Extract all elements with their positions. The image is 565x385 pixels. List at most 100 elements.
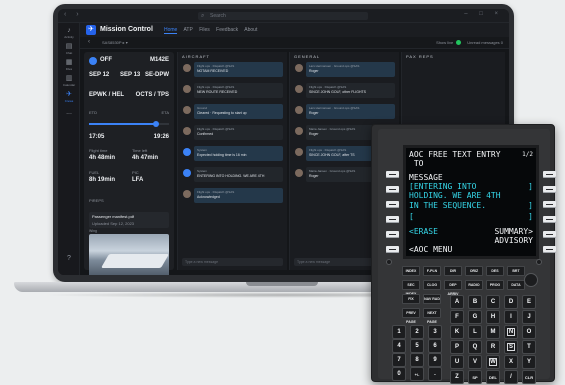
key-a[interactable]: A	[450, 295, 464, 309]
key-r[interactable]: R	[486, 340, 500, 354]
line-select-key-right-1[interactable]	[543, 171, 556, 178]
key-t[interactable]: T	[522, 340, 536, 354]
num-key-8[interactable]: 9	[428, 353, 442, 367]
function-key[interactable]: FIX	[402, 294, 420, 304]
message-bubble[interactable]: Flight ops · Dispatch @SAS Acknowledged	[194, 188, 283, 203]
function-key[interactable]: DES	[486, 266, 504, 276]
pireps-header[interactable]: PIREPS	[89, 198, 169, 203]
line-select-key-right-3[interactable]	[543, 201, 556, 208]
key-g[interactable]: G	[468, 310, 482, 324]
line-select-key-left-1[interactable]	[386, 171, 399, 178]
key-f[interactable]: F	[450, 310, 464, 324]
key-del[interactable]: DEL	[486, 370, 500, 384]
rail-item-help[interactable]: ?	[61, 255, 77, 270]
history-nav-arrows[interactable]: ‹ ›	[64, 11, 83, 18]
message-bubble[interactable]: Flight ops · Dispatch @SAS SINCE JOHN GOL…	[306, 83, 395, 98]
num-key-5[interactable]: 6	[428, 339, 442, 353]
key-i[interactable]: I	[504, 310, 518, 324]
aircraft-compose-input[interactable]: Type a new message	[182, 258, 283, 266]
key-k[interactable]: K	[450, 325, 464, 339]
tab-about[interactable]: About	[244, 27, 257, 33]
num-key-10[interactable]: +/-	[410, 367, 424, 381]
function-key[interactable]: PREV PAGE	[402, 308, 420, 324]
tab-home[interactable]: Home	[164, 27, 178, 34]
key-n[interactable]: N	[504, 325, 518, 339]
rail-item-activity[interactable]: ♪ Activity	[61, 27, 77, 42]
key-w[interactable]: W	[486, 355, 500, 369]
key-clr[interactable]: CLR	[522, 370, 536, 384]
key-z[interactable]: Z	[450, 370, 464, 384]
message-bubble[interactable]: Flight ops · Dispatch @SAS NOTAM RECEIVED	[194, 62, 283, 77]
rail-item-crews[interactable]: ✈ Crews	[61, 91, 77, 106]
key-x[interactable]: X	[504, 355, 518, 369]
attachment-card[interactable]: Passenger manifest.pdf Uploaded Sep 12, …	[89, 212, 169, 228]
num-key-7[interactable]: 8	[410, 353, 424, 367]
line-select-key-left-6[interactable]	[386, 246, 399, 253]
window-controls[interactable]: – □ ×	[464, 11, 503, 17]
line-select-key-right-2[interactable]	[543, 186, 556, 193]
message-bubble[interactable]: Flight ops · Dispatch @SAS NEW ROUTE RECE…	[194, 83, 283, 98]
key-sp[interactable]: SP	[468, 370, 482, 384]
num-key-6[interactable]: 7	[392, 353, 406, 367]
breadcrumb[interactable]: SAS8530P ▸ ▾	[102, 40, 128, 45]
tab-feedback[interactable]: Feedback	[216, 27, 238, 33]
function-key[interactable]: CLOG	[423, 280, 441, 290]
key-[interactable]: /	[504, 370, 518, 384]
key-b[interactable]: B	[468, 295, 482, 309]
line-select-key-left-5[interactable]	[386, 231, 399, 238]
function-key[interactable]: F-PLN	[423, 266, 441, 276]
function-key[interactable]: INDEX	[402, 266, 420, 276]
num-key-2[interactable]: 3	[428, 325, 442, 339]
key-j[interactable]: J	[522, 310, 536, 324]
message-bubble[interactable]: Flight ops · Dispatch @SAS Confirmed	[194, 125, 283, 140]
function-key[interactable]: ORIZ	[465, 266, 483, 276]
key-d[interactable]: D	[504, 295, 518, 309]
key-l[interactable]: L	[468, 325, 482, 339]
function-key[interactable]: DEP ARRIV	[444, 280, 462, 296]
key-q[interactable]: Q	[468, 340, 482, 354]
function-key[interactable]: SEC INDEX	[402, 280, 420, 296]
num-key-4[interactable]: 5	[410, 339, 424, 353]
message-bubble[interactable]: Ground Cleared · Requesting to start up	[194, 104, 283, 119]
search-input[interactable]: ⌕ Search	[198, 12, 368, 20]
num-key-1[interactable]: 2	[410, 325, 424, 339]
brightness-knob[interactable]	[524, 273, 538, 287]
function-key[interactable]: PROG	[486, 280, 504, 290]
message-bubble[interactable]: Lars Hermansen · Ground ops @SAS Roger	[306, 104, 395, 119]
num-key-11[interactable]: .	[428, 367, 442, 381]
key-u[interactable]: U	[450, 355, 464, 369]
num-key-3[interactable]: 4	[392, 339, 406, 353]
function-key[interactable]: DIR	[444, 266, 462, 276]
key-v[interactable]: V	[468, 355, 482, 369]
rail-item-chat[interactable]: ▤ Chat	[61, 43, 77, 58]
function-key[interactable]: NAV RAD	[423, 294, 441, 304]
message-bubble[interactable]: Lars Hermansen · Ground ops @SAS Roger	[306, 62, 395, 77]
function-key[interactable]: BRT	[507, 266, 525, 276]
key-h[interactable]: H	[486, 310, 500, 324]
function-key[interactable]: NEXT PAGE	[423, 308, 441, 324]
line-select-key-right-6[interactable]	[543, 246, 556, 253]
line-select-key-left-4[interactable]	[386, 216, 399, 223]
key-e[interactable]: E	[522, 295, 536, 309]
tab-files[interactable]: Files	[199, 27, 210, 33]
line-select-key-left-2[interactable]	[386, 186, 399, 193]
num-key-9[interactable]: 0	[392, 367, 406, 381]
key-s[interactable]: S	[504, 340, 518, 354]
line-select-key-right-4[interactable]	[543, 216, 556, 223]
key-m[interactable]: M	[486, 325, 500, 339]
tab-atp[interactable]: ATP	[183, 27, 192, 33]
message-bubble[interactable]: System ENTERING INTO HOLDING. WE ARE 4TH	[194, 167, 283, 182]
live-toggle[interactable]	[456, 40, 462, 46]
line-select-key-left-3[interactable]	[386, 201, 399, 208]
message-bubble[interactable]: System Expected holding time is 16 min	[194, 146, 283, 161]
rail-item-more[interactable]: ...	[61, 109, 77, 124]
rail-item-files[interactable]: ▦ Files	[61, 59, 77, 74]
rail-item-calendar[interactable]: ▥ Calendar	[61, 75, 77, 90]
key-p[interactable]: P	[450, 340, 464, 354]
key-c[interactable]: C	[486, 295, 500, 309]
wing-photo[interactable]	[89, 234, 169, 275]
line-select-key-right-5[interactable]	[543, 231, 556, 238]
function-key[interactable]: RADIO	[465, 280, 483, 290]
function-key[interactable]: DATA	[507, 280, 525, 290]
back-arrow-icon[interactable]: ‹	[88, 39, 90, 45]
